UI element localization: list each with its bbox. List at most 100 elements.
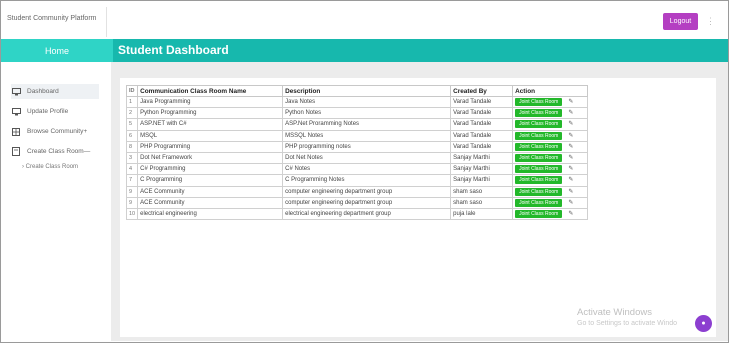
col-description: Description xyxy=(282,85,452,97)
sidebar-item-label: Update Profile xyxy=(27,108,69,115)
table-row: 8 PHP Programming PHP programming notes Var… xyxy=(125,140,589,153)
brand-divider xyxy=(106,7,107,37)
cell-created-by: Sanjay Marthi xyxy=(450,151,514,165)
col-created-by: Created By xyxy=(450,85,514,97)
cell-id: 7 xyxy=(125,174,139,187)
cell-name: MSQL xyxy=(137,129,284,142)
monitor-icon xyxy=(11,107,21,116)
cell-created-by: Sanjay Marthi xyxy=(450,163,514,176)
cell-action: Joint Class Room ✎ xyxy=(512,174,589,187)
chat-fab-button[interactable]: ● xyxy=(695,315,712,332)
join-class-room-button[interactable]: Joint Class Room xyxy=(515,154,563,163)
table-row: 10 electrical engineering electrical engin… xyxy=(125,207,589,221)
cell-description: C# Notes xyxy=(282,163,452,176)
table-row: 7C Programming C Programming Notes Sanjay … xyxy=(125,174,589,187)
join-class-room-button[interactable]: Joint Class Room xyxy=(515,142,563,151)
logout-button[interactable]: Logout xyxy=(663,13,698,30)
cell-description: Dot Net Notes xyxy=(282,151,452,165)
table-row: 3 Dot Net Framework Dot Net Notes Sanjay Ma… xyxy=(125,151,589,165)
sidebar-item-label: Dashboard xyxy=(27,88,59,95)
sidebar-item-create-class-room[interactable]: Create Class Room— xyxy=(11,144,90,159)
edit-icon[interactable]: ✎ xyxy=(568,143,574,150)
cell-created-by: sham saso xyxy=(450,196,514,209)
edit-icon[interactable]: ✎ xyxy=(568,165,574,172)
cell-id: 4 xyxy=(125,163,139,176)
page-title: Student Dashboard xyxy=(118,43,229,57)
sidebar-subitem-label: Create Class Room xyxy=(25,164,79,170)
col-action: Action xyxy=(512,85,589,97)
cell-description: Java Notes xyxy=(282,95,452,109)
cell-created-by: Varad Tandale xyxy=(450,107,514,120)
table-row: 9 ACE Community computer engineering depar… xyxy=(125,185,589,198)
cell-description: electrical engineering department group xyxy=(282,207,452,221)
table-row: 2 Python Programming Python Notes Varad Tan… xyxy=(125,107,589,120)
cell-action: Joint Class Room ✎ xyxy=(512,151,589,165)
edit-icon[interactable]: ✎ xyxy=(568,176,574,183)
cell-description: computer engineering department group xyxy=(282,185,452,198)
cell-created-by: Sanjay Marthi xyxy=(450,174,514,187)
cell-id: 8 xyxy=(125,140,139,153)
cell-action: Joint Class Room ✎ xyxy=(512,185,589,198)
edit-icon[interactable]: ✎ xyxy=(568,188,574,195)
edit-icon[interactable]: ✎ xyxy=(568,132,574,139)
join-class-room-button[interactable]: Joint Class Room xyxy=(515,109,563,118)
sidebar-item-label: Create Class Room— xyxy=(27,148,91,155)
cell-action: Joint Class Room ✎ xyxy=(512,163,589,176)
sidebar-item-dashboard[interactable]: Dashboard xyxy=(11,84,99,99)
cell-name: electrical engineering xyxy=(137,207,284,221)
grid-icon xyxy=(11,127,21,136)
join-class-room-button[interactable]: Joint Class Room xyxy=(515,165,563,174)
cell-id: 9 xyxy=(125,185,139,198)
edit-icon[interactable]: ✎ xyxy=(568,109,574,116)
edit-icon[interactable]: ✎ xyxy=(568,210,574,217)
kebab-icon[interactable]: ⋮ xyxy=(706,15,715,27)
table-row: 4 C# Programming C# Notes Sanjay Marthi Join… xyxy=(125,163,589,176)
cell-name: Python Programming xyxy=(137,107,284,120)
cell-id: 2 xyxy=(125,107,139,120)
sidebar-subitem-create-class-room[interactable]: › Create Class Room xyxy=(22,164,78,170)
top-bar: Student Community Platform Logout ⋮ xyxy=(1,1,728,39)
home-link[interactable]: Home xyxy=(1,39,113,62)
cell-created-by: Varad Tandale xyxy=(450,118,514,131)
cell-id: 10 xyxy=(125,207,139,221)
join-class-room-button[interactable]: Joint Class Room xyxy=(515,187,563,196)
cell-created-by: puja lale xyxy=(450,207,514,221)
join-class-room-button[interactable]: Joint Class Room xyxy=(515,198,563,207)
table-row: 5 ASP.NET with C# ASP.Net Proramming Notes… xyxy=(125,118,589,131)
cell-action: Joint Class Room ✎ xyxy=(512,118,589,131)
brand-title: Student Community Platform xyxy=(7,15,97,22)
col-id: ID xyxy=(125,85,139,97)
cell-description: ASP.Net Proramming Notes xyxy=(282,118,452,131)
sidebar-item-update-profile[interactable]: Update Profile xyxy=(11,104,68,119)
join-class-room-button[interactable]: Joint Class Room xyxy=(515,176,563,185)
cell-id: 1 xyxy=(125,95,139,109)
cell-description: Python Notes xyxy=(282,107,452,120)
cell-name: PHP Programming xyxy=(137,140,284,153)
cell-created-by: Varad Tandale xyxy=(450,140,514,153)
cell-action: Joint Class Room ✎ xyxy=(512,95,589,109)
join-class-room-button[interactable]: Joint Class Room xyxy=(515,131,563,140)
cell-name: ASP.NET with C# xyxy=(137,118,284,131)
edit-icon[interactable]: ✎ xyxy=(568,154,574,161)
edit-icon[interactable]: ✎ xyxy=(568,120,574,127)
edit-icon[interactable]: ✎ xyxy=(568,98,574,105)
cell-name: Dot Net Framework xyxy=(137,151,284,165)
table-row: 1 Java Programming Java Notes Varad Tandale… xyxy=(125,95,589,109)
activate-windows-subtitle: Go to Settings to activate Windo xyxy=(577,320,677,327)
cell-id: 6 xyxy=(125,129,139,142)
join-class-room-button[interactable]: Joint Class Room xyxy=(515,120,563,129)
cell-name: ACE Community xyxy=(137,185,284,198)
sidebar-item-browse-community[interactable]: Browse Community+ xyxy=(11,124,87,139)
edit-icon[interactable]: ✎ xyxy=(568,199,574,206)
cell-action: Joint Class Room ✎ xyxy=(512,107,589,120)
cell-id: 3 xyxy=(125,151,139,165)
chat-icon: ● xyxy=(701,320,706,327)
cell-action: Joint Class Room ✎ xyxy=(512,129,589,142)
cell-description: computer engineering department group xyxy=(282,196,452,209)
join-class-room-button[interactable]: Joint Class Room xyxy=(515,209,563,218)
cell-name: Java Programming xyxy=(137,95,284,109)
classroom-table: ID Communication Class Room Name Descrip… xyxy=(125,85,589,221)
join-class-room-button[interactable]: Joint Class Room xyxy=(515,98,563,107)
book-icon xyxy=(11,147,21,156)
monitor-icon xyxy=(11,87,21,96)
